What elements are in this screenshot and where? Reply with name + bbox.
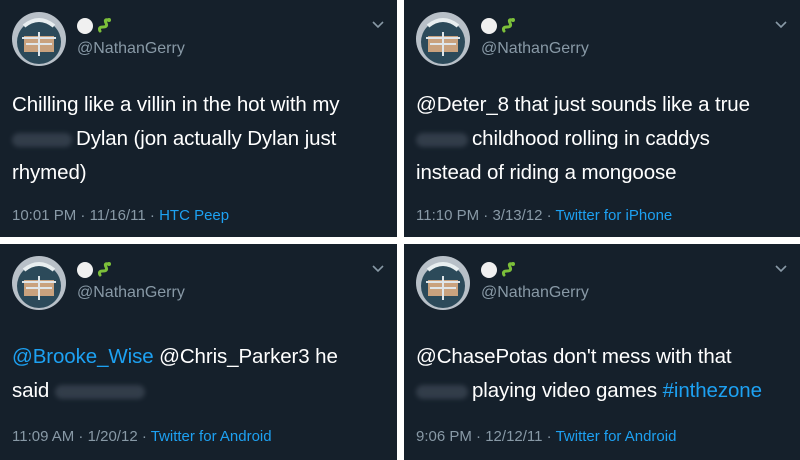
white-circle-emoji (77, 262, 93, 278)
tweet-source[interactable]: Twitter for Android (556, 428, 677, 445)
redacted-text (12, 132, 72, 147)
tweet-text: Chilling like a villin in the hot with m… (12, 88, 383, 190)
tweet-line: @ChasePotas don't mess with that (416, 345, 732, 368)
tweet-card[interactable]: @NathanGerry @Brooke_Wise @Chris_Parker3… (0, 244, 397, 460)
emoji-badges (480, 260, 518, 280)
tweet-text: @Deter_8 that just sounds like a true ch… (416, 88, 786, 190)
tweet-line: instead of riding a mongoose (416, 161, 677, 184)
tweet-time[interactable]: 10:01 PM (12, 207, 76, 224)
tweet-line: said (12, 379, 50, 402)
tweet-source[interactable]: Twitter for Android (151, 428, 272, 445)
tweet-source[interactable]: Twitter for iPhone (556, 207, 673, 224)
hashtag-link[interactable]: #inthezone (663, 379, 762, 402)
user-handle[interactable]: @NathanGerry (77, 40, 185, 58)
chevron-down-icon[interactable] (774, 20, 788, 30)
redacted-text (54, 384, 145, 399)
redacted-text (416, 384, 468, 399)
user-handle[interactable]: @NathanGerry (481, 40, 589, 58)
white-circle-emoji (77, 18, 93, 34)
tweet-line: Dylan (jon actually Dylan just (76, 127, 337, 150)
emoji-badges (76, 260, 114, 280)
tweet-date[interactable]: 11/16/11 (90, 207, 146, 224)
mention[interactable]: @Brooke_Wise (12, 345, 154, 368)
avatar[interactable] (12, 256, 66, 310)
tweet-line: that just sounds like a true (508, 93, 750, 116)
tweet-date[interactable]: 1/20/12 (88, 428, 138, 445)
tweet-line: @Chris_Parker3 he (153, 345, 338, 368)
avatar[interactable] (12, 12, 66, 66)
tweet-text: @Brooke_Wise @Chris_Parker3 he said (12, 340, 383, 408)
snake-emoji (97, 18, 111, 33)
white-circle-emoji (481, 262, 497, 278)
user-handle[interactable]: @NathanGerry (481, 284, 589, 302)
chevron-down-icon[interactable] (371, 20, 385, 30)
tweet-date[interactable]: 3/13/12 (492, 207, 542, 224)
tweet-meta: 11:09 AM · 1/20/12 · Twitter for Android (12, 428, 272, 445)
tweet-source[interactable]: HTC Peep (159, 207, 229, 224)
emoji-badges (76, 16, 114, 36)
separator: · (542, 428, 556, 445)
tweet-line: playing video games (472, 379, 663, 402)
snake-emoji (501, 262, 515, 277)
emoji-badges (480, 16, 518, 36)
white-circle-emoji (481, 18, 497, 34)
tweet-time[interactable]: 11:10 PM (416, 207, 479, 224)
tweet-line: Chilling like a villin in the hot with m… (12, 93, 340, 116)
separator: · (542, 207, 556, 224)
separator: · (471, 428, 486, 445)
separator: · (76, 207, 90, 224)
mention[interactable]: @Deter_8 (416, 93, 509, 116)
tweet-meta: 9:06 PM · 12/12/11 · Twitter for Android (416, 428, 676, 445)
redacted-text (416, 132, 468, 147)
tweet-line: rhymed) (12, 161, 87, 184)
snake-emoji (501, 18, 515, 33)
user-handle[interactable]: @NathanGerry (77, 284, 185, 302)
tweet-date[interactable]: 12/12/11 (485, 428, 542, 445)
tweet-text: @ChasePotas don't mess with that playing… (416, 340, 786, 408)
tweet-card[interactable]: @NathanGerry @Deter_8 that just sounds l… (404, 0, 800, 237)
separator: · (145, 207, 160, 224)
chevron-down-icon[interactable] (774, 264, 788, 274)
tweet-time[interactable]: 11:09 AM (12, 428, 74, 445)
tweet-meta: 10:01 PM · 11/16/11 · HTC Peep (12, 207, 229, 224)
snake-emoji (97, 262, 111, 277)
separator: · (74, 428, 88, 445)
tweet-card[interactable]: @NathanGerry Chilling like a villin in t… (0, 0, 397, 237)
tweet-card[interactable]: @NathanGerry @ChasePotas don't mess with… (404, 244, 800, 460)
avatar[interactable] (416, 12, 470, 66)
chevron-down-icon[interactable] (371, 264, 385, 274)
tweet-time[interactable]: 9:06 PM (416, 428, 472, 445)
separator: · (479, 207, 493, 224)
avatar[interactable] (416, 256, 470, 310)
tweet-line: childhood rolling in caddys (472, 127, 710, 150)
separator: · (137, 428, 151, 445)
tweet-meta: 11:10 PM · 3/13/12 · Twitter for iPhone (416, 207, 672, 224)
